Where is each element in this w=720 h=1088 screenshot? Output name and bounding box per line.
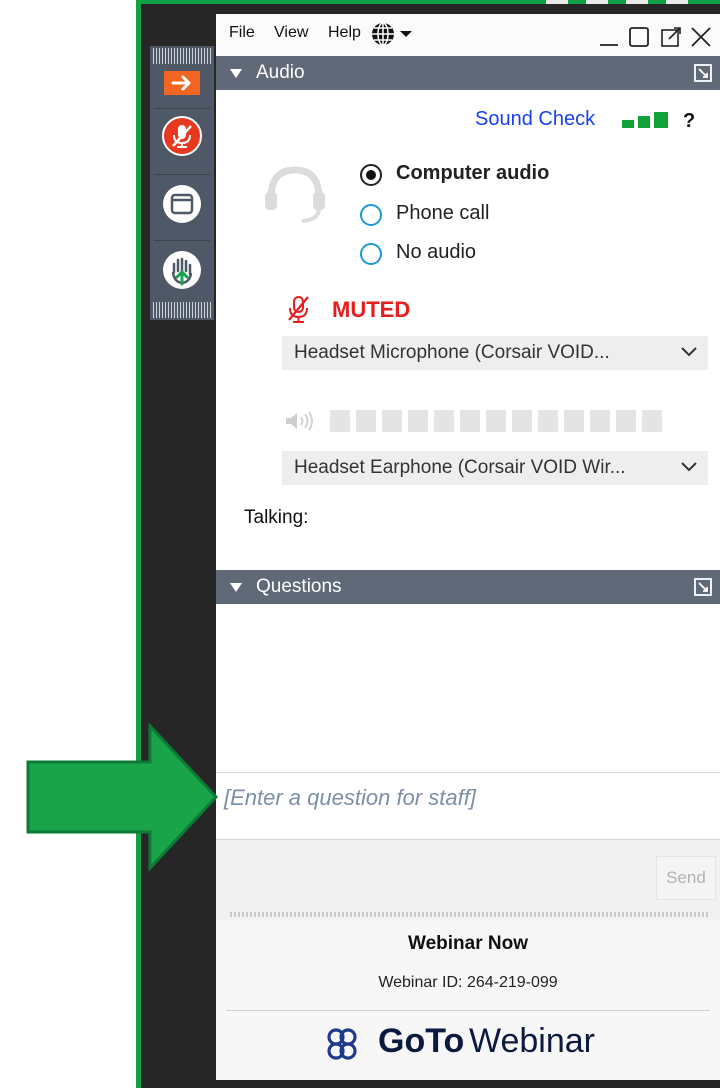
close-button[interactable] (690, 26, 712, 53)
maximize-icon (629, 27, 649, 47)
microphone-select-value: Headset Microphone (Corsair VOID... (294, 342, 610, 363)
menu-view[interactable]: View (274, 24, 308, 42)
microphone-select[interactable]: Headset Microphone (Corsair VOID... (282, 336, 708, 370)
questions-popout-button[interactable] (694, 578, 712, 601)
collapse-triangle-icon (230, 583, 242, 592)
send-area (216, 840, 720, 920)
chevron-down-icon (680, 345, 698, 364)
speaker-volume-icon (284, 410, 318, 437)
questions-section-header[interactable]: Questions (216, 570, 720, 604)
muted-microphone-icon (286, 294, 312, 329)
sound-check-level-meter (622, 112, 670, 133)
brand-goto: GoTo (378, 1022, 465, 1060)
question-input-placeholder: [Enter a question for staff] (224, 785, 476, 810)
option-phone-call-label[interactable]: Phone call (396, 202, 489, 225)
speaker-select[interactable]: Headset Earphone (Corsair VOID Wir... (282, 451, 708, 485)
arrow-right-icon (164, 71, 200, 95)
language-globe-button[interactable] (370, 22, 426, 53)
gotowebinar-logo: GoTo Webinar (322, 1020, 622, 1070)
maximize-button[interactable] (628, 26, 650, 53)
radio-computer-audio[interactable] (360, 164, 382, 186)
audio-help-button[interactable]: ? (683, 110, 695, 133)
gotowebinar-flower-icon (327, 1028, 357, 1060)
popout-icon (694, 578, 712, 596)
option-computer-audio-label[interactable]: Computer audio (396, 162, 549, 185)
radio-phone-call[interactable] (360, 204, 382, 226)
menu-help[interactable]: Help (328, 24, 361, 42)
signal-bars-icon (622, 112, 668, 128)
option-no-audio-label[interactable]: No audio (396, 241, 476, 264)
audio-section-title: Audio (256, 62, 305, 83)
window-icon (163, 185, 201, 223)
raise-hand-button[interactable] (162, 250, 202, 290)
resize-grip[interactable] (230, 912, 710, 917)
question-input[interactable]: [Enter a question for staff] (216, 772, 720, 840)
questions-section-title: Questions (256, 576, 342, 597)
popout-icon (661, 27, 681, 47)
sound-check-link[interactable]: Sound Check (475, 108, 595, 131)
chevron-down-icon (680, 460, 698, 479)
raise-hand-icon (163, 251, 201, 289)
speaker-select-value: Headset Earphone (Corsair VOID Wir... (294, 457, 626, 478)
grab-handle-top[interactable] (153, 48, 211, 64)
radio-no-audio[interactable] (360, 243, 382, 265)
webinar-id: Webinar ID: 264-219-099 (378, 974, 558, 991)
show-hide-window-button[interactable] (162, 184, 202, 224)
microphone-muted-icon (162, 116, 202, 156)
popout-icon (694, 64, 712, 82)
grab-tab-toolbar (150, 46, 214, 320)
audio-popout-button[interactable] (694, 64, 712, 87)
mute-microphone-button[interactable] (162, 116, 202, 156)
send-button[interactable]: Send (656, 856, 716, 900)
grab-handle-bottom[interactable] (153, 302, 211, 318)
menu-file[interactable]: File (229, 24, 255, 42)
audio-section-header[interactable]: Audio (216, 56, 720, 90)
muted-status-label: MUTED (332, 297, 411, 322)
annotation-arrow-icon (26, 722, 219, 872)
footer-divider (226, 1010, 710, 1011)
headset-icon (262, 162, 328, 233)
questions-log (216, 604, 720, 772)
top-window-edge (520, 0, 720, 4)
close-icon (691, 27, 711, 47)
webinar-title: Webinar Now (408, 933, 528, 954)
popout-button[interactable] (660, 26, 682, 53)
talking-label: Talking: (244, 507, 309, 528)
collapse-panel-button[interactable] (162, 68, 202, 98)
minimize-icon (600, 44, 618, 46)
minimize-button[interactable] (598, 26, 620, 53)
globe-icon (372, 22, 412, 46)
collapse-triangle-icon (230, 69, 242, 78)
brand-webinar: Webinar (469, 1022, 595, 1060)
